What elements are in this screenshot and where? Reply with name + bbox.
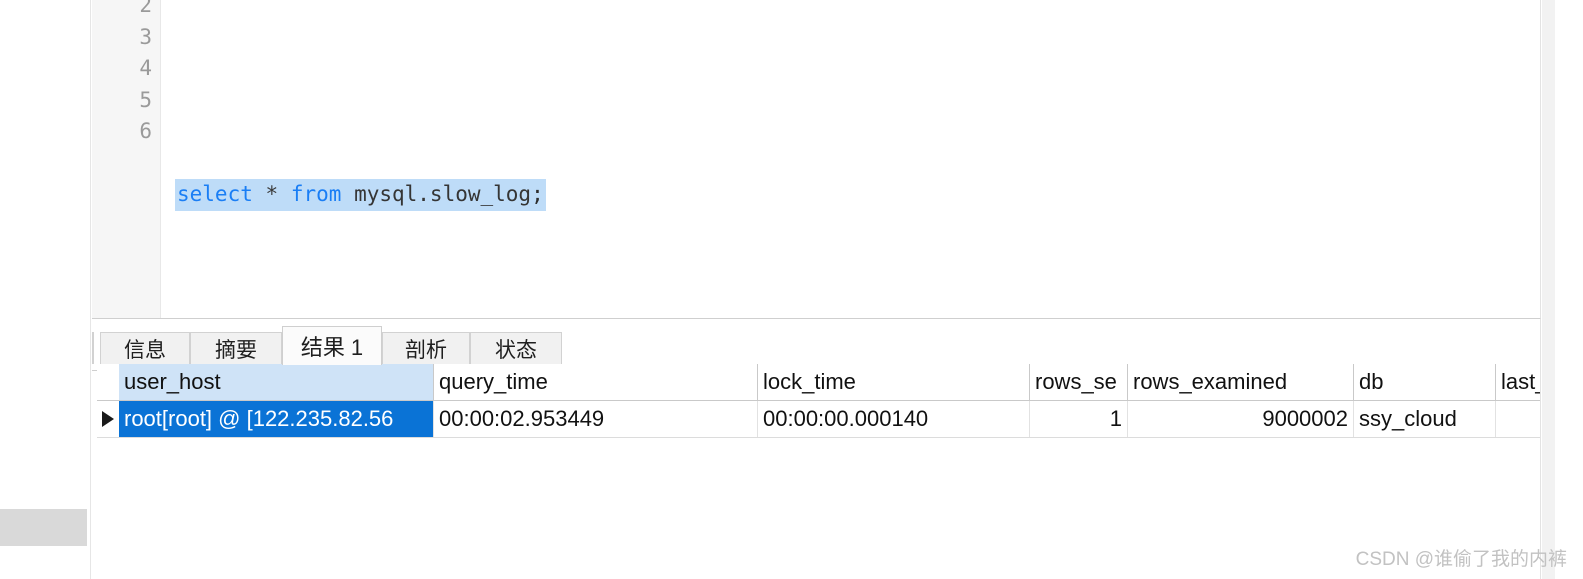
sql-star-operator: * <box>265 182 279 206</box>
tab-label: 结果 1 <box>300 335 364 360</box>
column-header-label: query_time <box>439 369 548 394</box>
tab-label: 摘要 <box>215 338 257 362</box>
table-row[interactable]: root[root] @ [122.235.82.56 00:00:02.953… <box>97 401 1540 438</box>
results-grid[interactable]: user_host query_time lock_time rows_se r… <box>97 364 1540 579</box>
cell-value: root[root] @ [122.235.82.56 <box>124 406 394 431</box>
cell-lock-time[interactable]: 00:00:00.000140 <box>758 401 1030 437</box>
sql-semicolon: ; <box>531 182 544 206</box>
cell-last-insert-id[interactable] <box>1496 401 1540 437</box>
sql-keyword-select: select <box>177 182 253 206</box>
tab-status[interactable]: 状态 <box>470 332 562 364</box>
line-number-4: 4 <box>139 56 152 80</box>
line-number-6: 6 <box>139 119 152 143</box>
code-line-4[interactable] <box>161 305 1531 318</box>
column-header-label: db <box>1359 369 1384 394</box>
code-line-2[interactable] <box>161 53 1531 85</box>
app-window: 2 3 4 5 6 select * from mysql.slow_log; … <box>0 0 1583 579</box>
tab-summary[interactable]: 摘要 <box>190 332 282 364</box>
editor-line-number-gutter: 2 3 4 5 6 <box>92 0 161 318</box>
tab-label: 信息 <box>124 338 166 362</box>
tab-label: 剖析 <box>405 338 447 362</box>
cell-db[interactable]: ssy_cloud <box>1354 401 1496 437</box>
left-side-pane <box>0 0 91 579</box>
tab-info[interactable]: 信息 <box>100 332 190 364</box>
tab-profile[interactable]: 剖析 <box>382 332 470 364</box>
column-header-label: last_ <box>1501 369 1540 394</box>
selected-statement-highlight[interactable]: select * from mysql.slow_log; <box>175 179 546 211</box>
results-tabstrip: 信息 摘要 结果 1 剖析 状态 <box>92 326 1540 371</box>
row-indicator-header-cell <box>97 364 120 400</box>
sql-keyword-from: from <box>290 182 342 206</box>
column-header-label: rows_se <box>1035 369 1117 394</box>
csdn-watermark: CSDN @谁偷了我的内裤 <box>1355 549 1567 570</box>
current-row-arrow-icon <box>102 411 114 427</box>
line-number-5: 5 <box>139 87 152 112</box>
left-pane-gray-block <box>0 509 87 546</box>
results-pane: 信息 摘要 结果 1 剖析 状态 user_host query_time lo… <box>92 319 1541 579</box>
column-header-lock-time[interactable]: lock_time <box>758 364 1030 400</box>
cell-query-time[interactable]: 00:00:02.953449 <box>434 401 758 437</box>
cell-value: 00:00:02.953449 <box>439 406 605 431</box>
cell-value: ssy_cloud <box>1359 406 1457 431</box>
column-header-label: lock_time <box>763 369 856 394</box>
results-grid-header-row: user_host query_time lock_time rows_se r… <box>97 364 1540 401</box>
column-header-user-host[interactable]: user_host <box>119 364 434 400</box>
sql-editor-pane[interactable]: 2 3 4 5 6 select * from mysql.slow_log; … <box>92 0 1541 319</box>
column-header-rows-examined[interactable]: rows_examined <box>1128 364 1354 400</box>
tab-profile-spacer <box>92 332 94 364</box>
cell-rows-examined[interactable]: 9000002 <box>1128 401 1354 437</box>
column-header-label: user_host <box>124 369 221 394</box>
sql-table-identifier: mysql.slow_log <box>354 182 532 206</box>
row-indicator-cell[interactable] <box>97 401 120 437</box>
line-number-2: 2 <box>139 0 152 17</box>
tab-result-1[interactable]: 结果 1 <box>282 326 382 365</box>
column-header-rows-sent[interactable]: rows_se <box>1030 364 1128 400</box>
cell-rows-sent[interactable]: 1 <box>1030 401 1128 437</box>
cell-value: 9000002 <box>1262 406 1348 431</box>
column-header-last-insert-id[interactable]: last_ <box>1496 364 1540 400</box>
cell-user-host[interactable]: root[root] @ [122.235.82.56 <box>119 401 434 437</box>
column-header-query-time[interactable]: query_time <box>434 364 758 400</box>
tab-label: 状态 <box>495 338 537 362</box>
column-header-db[interactable]: db <box>1354 364 1496 400</box>
column-header-label: rows_examined <box>1133 369 1288 394</box>
sql-code-area[interactable]: select * from mysql.slow_log; show varia… <box>161 0 1531 318</box>
vertical-scrollbar-track[interactable] <box>1542 0 1555 579</box>
line-number-3: 3 <box>139 24 152 49</box>
cell-value: 1 <box>1109 406 1122 431</box>
editor-line-numbers: 2 3 4 5 6 <box>139 0 152 148</box>
code-line-3[interactable]: select * from mysql.slow_log; <box>161 179 1531 211</box>
cell-value: 00:00:00.000140 <box>763 406 929 431</box>
